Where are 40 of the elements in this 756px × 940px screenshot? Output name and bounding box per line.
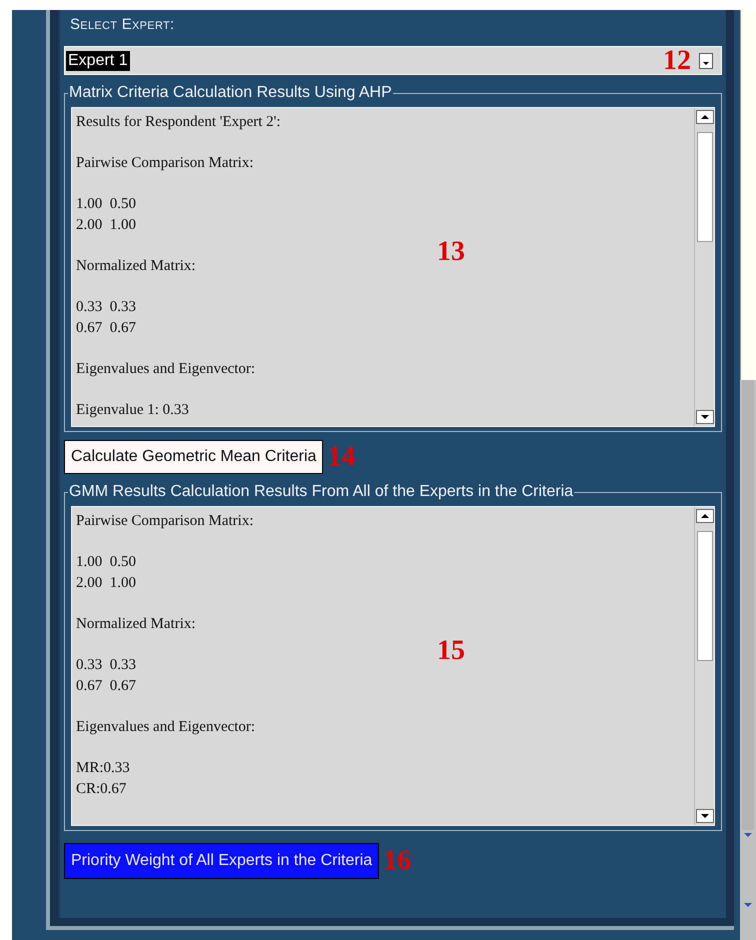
result-line: 2.00 1.00 (76, 574, 137, 593)
expert-dropdown[interactable]: Expert 1 12 (64, 46, 722, 75)
annotation-number: 13 (437, 238, 465, 266)
scroll-up-icon[interactable] (696, 110, 714, 124)
results-text-area[interactable]: Results for Respondent 'Expert 2': Pairwise Comparison Matrix: 1.00 0.50 2.00 1.00 Normalized Matrix: 0.33 0.33 0.67 0.67 Eigenvalues and Eigenvector: Eigenvalue 1: 0.33 13 (71, 107, 715, 427)
expert-value: Expert 1 (66, 50, 130, 70)
annotation-number: 16 (383, 847, 412, 875)
result-line: MR:0.33 (76, 759, 131, 778)
results-text-area[interactable]: Pairwise Comparison Matrix: 1.00 0.50 2.00 1.00 Normalized Matrix: 0.33 0.33 0.67 0.67 Eigenvalues and Eigenvector: MR:0.33 CR:0.67 15 (71, 506, 715, 826)
group-title: Matrix Criteria Calculation Results Using AHP (68, 84, 393, 102)
scroll-up-icon[interactable] (696, 509, 714, 523)
result-line: Eigenvalues and Eigenvector: (76, 360, 256, 379)
annotation-number: 12 (663, 46, 691, 74)
priority-weight-button[interactable]: Priority Weight of All Experts in the Criteria (64, 843, 380, 879)
scroll-down-icon[interactable] (696, 809, 714, 823)
result-line: CR:0.67 (76, 780, 128, 799)
result-line: Eigenvalues and Eigenvector: (76, 718, 256, 737)
annotation-number: 15 (437, 637, 465, 665)
result-line: Eigenvalue 1: 0.33 (76, 401, 190, 420)
scroll-thumb[interactable] (696, 132, 712, 242)
result-line: Normalized Matrix: (76, 257, 197, 276)
result-line: 1.00 0.50 (76, 553, 137, 572)
result-line: Normalized Matrix: (76, 615, 197, 634)
result-line: 1.00 0.50 (76, 195, 137, 214)
result-line: 0.67 0.67 (76, 677, 137, 696)
select-expert-label: Select Expert: (69, 15, 176, 35)
group-title: GMM Results Calculation Results From All of the Experts in the Criteria (68, 483, 574, 501)
scroll-thumb[interactable] (696, 531, 712, 661)
result-line: Pairwise Comparison Matrix: (76, 512, 254, 531)
result-line: Results for Respondent 'Expert 2': (76, 113, 282, 132)
result-line: 0.33 0.33 (76, 656, 137, 675)
calculate-geometric-mean-button[interactable]: Calculate Geometric Mean Criteria (64, 440, 324, 474)
result-line: 2.00 1.00 (76, 216, 137, 235)
scrollbar[interactable] (694, 507, 714, 825)
annotation-number: 14 (327, 443, 356, 471)
scrollbar[interactable] (694, 108, 714, 426)
result-line: Pairwise Comparison Matrix: (76, 154, 254, 173)
scroll-down-icon[interactable] (696, 410, 714, 424)
result-line: 0.67 0.67 (76, 319, 137, 338)
result-line: 0.33 0.33 (76, 298, 137, 317)
